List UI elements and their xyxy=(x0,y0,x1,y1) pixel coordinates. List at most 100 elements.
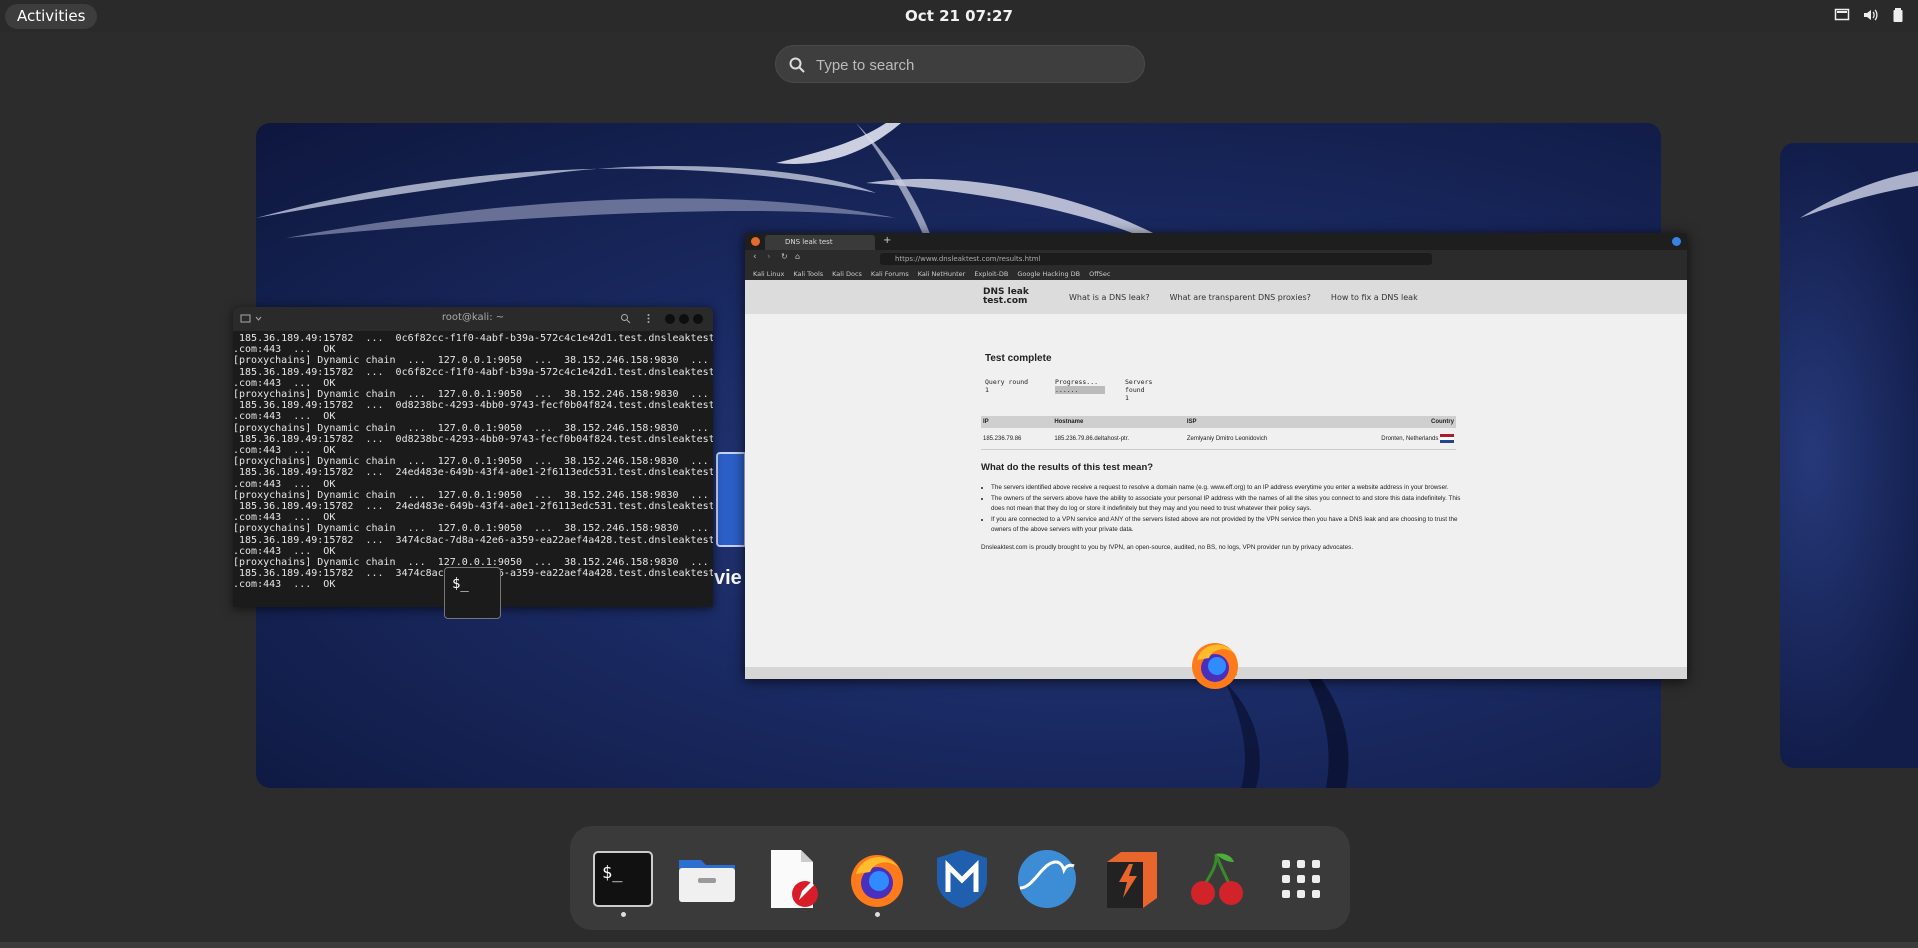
terminal-line: .com:443 ... OK xyxy=(233,344,336,356)
terminal-line: .com:443 ... OK xyxy=(233,377,336,389)
back-icon[interactable]: ‹ xyxy=(753,252,757,262)
terminal-line: 185.36.189.49:15782 ... 3474c8ac-7d8a-42… xyxy=(233,534,713,546)
credit-text: Dnsleaktest.com is proudly brought to yo… xyxy=(981,543,1354,551)
netherlands-flag-icon xyxy=(1440,434,1454,443)
text-editor-icon xyxy=(771,850,818,908)
close-button[interactable] xyxy=(693,314,703,324)
results-heading: What do the results of this test mean? xyxy=(981,462,1154,473)
terminal-line: [proxychains] Dynamic chain ... 127.0.0.… xyxy=(233,389,709,401)
firefox-window[interactable]: DNS leak test + ‹ › ↻ ⌂ https://www.dnsl… xyxy=(745,233,1687,679)
table-cell-ip: 185.236.79.86 xyxy=(981,428,1053,450)
minimize-button[interactable] xyxy=(665,314,675,324)
terminal-line: [proxychains] Dynamic chain ... 127.0.0.… xyxy=(233,355,709,367)
app-grid-icon xyxy=(1282,860,1320,898)
url-bar[interactable]: https://www.dnsleaktest.com/results.html xyxy=(880,253,1432,265)
search-icon[interactable] xyxy=(620,313,631,324)
browser-tabbar: DNS leak test + xyxy=(745,233,1687,250)
bookmark-item[interactable]: OffSec xyxy=(1089,270,1110,278)
terminal-icon: $_ xyxy=(593,851,653,907)
running-indicator xyxy=(875,912,880,917)
servers-found-label: Servers found xyxy=(1125,378,1153,394)
logo-line2: test.com xyxy=(983,296,1028,306)
progress-value: ...... xyxy=(1055,386,1105,394)
workspace-thumbnail-next[interactable] xyxy=(1780,143,1918,768)
volume-icon xyxy=(1862,7,1878,23)
table-header: ISP xyxy=(1184,416,1327,428)
new-tab-button[interactable]: + xyxy=(883,235,891,246)
list-item: The owners of the servers above have the… xyxy=(991,494,1461,515)
search-input[interactable] xyxy=(816,52,1126,78)
terminal-line: .com:443 ... OK xyxy=(233,545,336,557)
bookmark-item[interactable]: Exploit-DB xyxy=(974,270,1008,278)
table-cell-isp: Zemlyaniy Dmitro Leonidovich xyxy=(1184,428,1327,450)
table-header: IP xyxy=(981,416,1053,428)
top-bar: Activities Oct 21 07:27 xyxy=(0,0,1918,32)
menu-icon[interactable] xyxy=(643,313,654,324)
tab-dns-leak-test[interactable]: DNS leak test xyxy=(765,235,875,250)
dock-files[interactable] xyxy=(676,848,738,910)
dock-burpsuite[interactable] xyxy=(1101,848,1163,910)
results-table: IP Hostname ISP Country 185.236.79.86 18… xyxy=(981,416,1456,450)
dock-firefox[interactable] xyxy=(846,848,908,910)
forward-icon[interactable]: › xyxy=(767,252,771,262)
bookmark-item[interactable]: Google Hacking DB xyxy=(1017,270,1080,278)
home-icon[interactable]: ⌂ xyxy=(795,252,800,261)
dock-text-editor[interactable] xyxy=(761,848,823,910)
terminal-line: 185.36.189.49:15782 ... 0d8238bc-4293-4b… xyxy=(233,400,713,412)
search-box[interactable] xyxy=(775,45,1145,83)
cherrytree-icon xyxy=(1191,853,1243,905)
servers-found-value: 1 xyxy=(1125,394,1129,402)
browser-navbar: ‹ › ↻ ⌂ https://www.dnsleaktest.com/resu… xyxy=(745,250,1687,268)
table-cell-hostname: 185.236.79.86.deltahost-ptr. xyxy=(1052,428,1185,450)
terminal-title: root@kali: ~ xyxy=(441,312,505,323)
terminal-line: 185.36.189.49:15782 ... 0c6f82cc-f1f0-4a… xyxy=(233,333,713,344)
table-cell-country: Dronten, Netherlands xyxy=(1326,428,1456,450)
battery-icon xyxy=(1890,7,1906,23)
terminal-line: .com:443 ... OK xyxy=(233,478,336,490)
burpsuite-icon xyxy=(1107,852,1157,908)
site-logo[interactable]: DNS leak test.com xyxy=(983,288,1029,306)
terminal-line: [proxychains] Dynamic chain ... 127.0.0.… xyxy=(233,523,709,535)
query-round-value: 1 xyxy=(985,386,989,394)
hidden-window-peek[interactable] xyxy=(716,452,746,547)
firefox-window-icon xyxy=(1192,643,1238,689)
desktop-overview: Activities Oct 21 07:27 Type to search v… xyxy=(0,0,1918,948)
terminal-app-icon: $_ xyxy=(444,567,501,619)
dock-cherrytree[interactable] xyxy=(1186,848,1248,910)
reload-icon[interactable]: ↻ xyxy=(781,252,788,261)
bookmark-item[interactable]: Kali Docs xyxy=(832,270,862,278)
bookmark-item[interactable]: Kali Forums xyxy=(871,270,909,278)
dock-show-apps[interactable] xyxy=(1270,848,1332,910)
dock-wireshark[interactable] xyxy=(1016,848,1078,910)
table-header-row: IP Hostname ISP Country xyxy=(981,416,1456,428)
bookmark-item[interactable]: Kali Tools xyxy=(793,270,823,278)
running-indicator xyxy=(621,912,626,917)
dock-metasploit[interactable] xyxy=(931,848,993,910)
activities-button[interactable]: Activities xyxy=(5,4,98,29)
clock: Oct 21 07:27 xyxy=(0,7,1918,25)
bottom-strip xyxy=(0,942,1918,948)
site-header: DNS leak test.com What is a DNS leak? Wha… xyxy=(745,280,1687,314)
svg-text:$_: $_ xyxy=(602,863,623,883)
terminal-window[interactable]: root@kali: ~ 185.36.189.49:15782 ... 0c6… xyxy=(233,307,713,607)
system-tray[interactable] xyxy=(1834,7,1906,23)
results-explanation-list: The servers identified above receive a r… xyxy=(981,483,1461,536)
terminal-line: 185.36.189.49:15782 ... 24ed483e-649b-43… xyxy=(233,467,713,479)
site-nav-link[interactable]: What is a DNS leak? xyxy=(1069,293,1150,302)
dock-terminal[interactable]: $_ xyxy=(592,848,654,910)
clock-label[interactable]: Oct 21 07:27 xyxy=(905,7,1013,25)
terminal-line: 185.36.189.49:15782 ... 0c6f82cc-f1f0-4a… xyxy=(233,366,713,378)
terminal-titlebar[interactable]: root@kali: ~ xyxy=(233,307,713,331)
maximize-button[interactable] xyxy=(679,314,689,324)
site-nav-link[interactable]: How to fix a DNS leak xyxy=(1331,293,1418,302)
terminal-line: 185.36.189.49:15782 ... 0d8238bc-4293-4b… xyxy=(233,433,713,445)
bookmark-item[interactable]: Kali Linux xyxy=(753,270,784,278)
terminal-output[interactable]: 185.36.189.49:15782 ... 0c6f82cc-f1f0-4a… xyxy=(233,331,713,591)
window-close-button[interactable] xyxy=(1672,237,1681,246)
site-nav-link[interactable]: What are transparent DNS proxies? xyxy=(1170,293,1311,302)
bookmark-item[interactable]: Kali NetHunter xyxy=(918,270,966,278)
kali-dragon-wallpaper-next xyxy=(1800,171,1918,218)
country-text: Dronten, Netherlands xyxy=(1381,436,1439,443)
dash: $_ xyxy=(570,826,1350,930)
firefox-menu-icon[interactable] xyxy=(751,237,760,246)
